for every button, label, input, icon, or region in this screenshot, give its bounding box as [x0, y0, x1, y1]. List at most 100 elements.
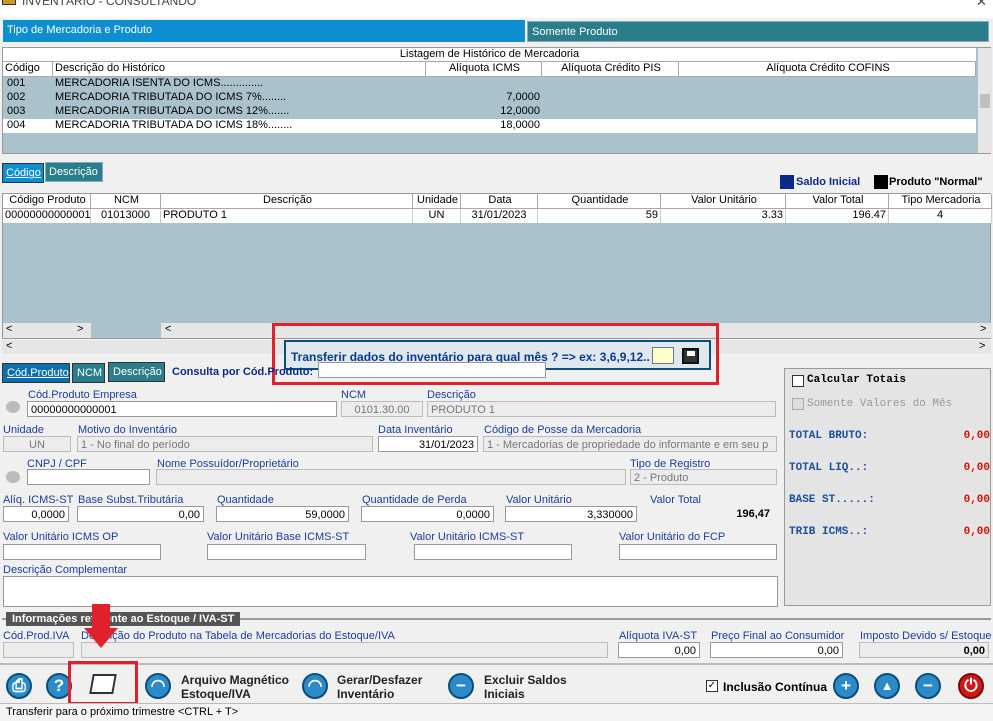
total-liq-value: 0,00 — [963, 462, 990, 474]
history-scrollbar[interactable] — [978, 48, 992, 153]
preco-final-input[interactable]: 0,00 — [710, 642, 843, 658]
products-hscroll-left[interactable]: < > — [3, 323, 91, 338]
search-tab-cod-produto-label: Cód.Produto — [7, 367, 69, 379]
posse-label: Código de Posse da Mercadoria — [484, 424, 642, 436]
excluir-saldos-line1[interactable]: Excluir Saldos — [484, 673, 567, 687]
arquivo-magnetico-line2[interactable]: Estoque/IVA — [181, 687, 251, 701]
vu-icms-op-input[interactable] — [3, 544, 161, 560]
history-cell: 003 — [7, 105, 26, 117]
product-cell: 59 — [538, 209, 661, 223]
vu-base-icms-st-input[interactable] — [207, 544, 366, 560]
scroll-left-icon[interactable]: < — [165, 323, 171, 335]
search-tab-descricao[interactable]: Descrição — [108, 362, 165, 382]
scroll-left-icon[interactable]: < — [6, 323, 12, 335]
scroll-right-icon[interactable]: > — [980, 323, 986, 335]
legend-label-saldo: Saldo Inicial — [796, 176, 861, 188]
search-label: Consulta por Cód.Produto: — [172, 366, 314, 378]
print-button[interactable]: ⎙ — [6, 673, 32, 699]
gerar-inventario-icon[interactable]: ◠ — [302, 673, 328, 699]
history-row[interactable]: 001 MERCADORIA ISENTA DO ICMS............… — [3, 77, 976, 91]
add-button[interactable]: + — [833, 673, 859, 699]
search-person-icon — [6, 471, 20, 483]
search-input[interactable] — [318, 362, 546, 378]
history-col-pis: Alíquota Crédito PIS — [542, 62, 679, 77]
sort-tab-codigo[interactable]: Código — [2, 163, 44, 183]
arquivo-magnetico-line1[interactable]: Arquivo Magnético — [181, 673, 289, 687]
scroll-right-icon[interactable]: > — [77, 323, 83, 335]
product-cell: 3.33 — [661, 209, 786, 223]
search-tab-cod-produto[interactable]: Cód.Produto — [2, 363, 70, 383]
scroll-right-icon[interactable]: > — [979, 340, 985, 352]
base-st-label: BASE ST.....: — [789, 494, 875, 506]
product-cell: 00000000000001 — [5, 209, 91, 223]
up-button[interactable]: ▲ — [874, 673, 900, 699]
product-cell: PRODUTO 1 — [161, 209, 413, 223]
unidade-label: Unidade — [3, 424, 44, 436]
inclusao-label: Inclusão Contínua — [723, 680, 828, 694]
product-cell: 4 — [889, 209, 992, 223]
products-col-header: Valor Unitário — [661, 194, 786, 209]
history-col-cofins: Alíquota Crédito COFINS — [679, 62, 976, 77]
products-col-header: Descrição — [161, 194, 413, 209]
tab-tipo-mercadoria[interactable]: Tipo de Mercadoria e Produto — [3, 20, 525, 42]
aliq-iva-input[interactable]: 0,00 — [618, 642, 700, 658]
qtd-perda-input[interactable]: 0,0000 — [361, 506, 494, 522]
calc-totais-checkbox[interactable] — [792, 375, 804, 387]
vu-icms-st-input[interactable] — [414, 544, 572, 560]
history-row[interactable]: 004 MERCADORIA TRIBUTADA DO ICMS 18%.....… — [3, 119, 976, 133]
transfer-button[interactable] — [68, 661, 138, 705]
history-col-descricao: Descrição do Histórico — [53, 62, 426, 77]
history-col-icms: Alíquota ICMS — [426, 62, 542, 77]
product-row[interactable]: 00000000000001 01013000 PRODUTO 1 UN 31/01/2… — [3, 209, 992, 223]
transfer-month-input[interactable] — [652, 347, 674, 364]
save-icon-slot — [687, 351, 695, 356]
power-button[interactable]: ⏻ — [958, 673, 984, 699]
posse-select[interactable]: 1 - Mercadorias de propriedade do inform… — [483, 436, 777, 452]
status-text: Transferir para o próximo trimestre <CTR… — [6, 706, 239, 718]
desc-tabela-select[interactable] — [81, 642, 608, 658]
history-col-codigo: Código — [3, 62, 53, 77]
history-row[interactable]: 002 MERCADORIA TRIBUTADA DO ICMS 7%......… — [3, 91, 976, 105]
arquivo-magnetico-icon[interactable]: ◠ — [145, 673, 171, 699]
close-icon[interactable]: ✕ — [976, 0, 987, 10]
cod-produto-input[interactable]: 00000000000001 — [27, 401, 337, 417]
gerar-inventario-line1[interactable]: Gerar/Desfazer — [337, 673, 422, 687]
sort-tab-descricao[interactable]: Descrição — [45, 162, 103, 182]
ncm-label: NCM — [341, 389, 367, 401]
total-bruto-value: 0,00 — [963, 430, 990, 442]
aliq-icms-st-input[interactable]: 0,0000 — [3, 506, 69, 522]
vu-fcp-input[interactable] — [619, 544, 777, 560]
trib-icms-value: 0,00 — [963, 526, 990, 538]
scroll-thumb[interactable] — [980, 94, 990, 108]
tipo-registro-select[interactable]: 2 - Produto — [630, 469, 777, 485]
inclusao-checkbox[interactable]: ✓ — [706, 680, 718, 692]
qtd-perda-label: Quantidade de Perda — [362, 494, 467, 506]
cod-produto-label: Cód.Produto Empresa — [28, 389, 137, 401]
scroll-left-icon[interactable]: < — [6, 340, 12, 352]
base-subst-input[interactable]: 0,00 — [77, 506, 204, 522]
save-icon[interactable] — [682, 348, 699, 364]
history-row[interactable]: 003 MERCADORIA TRIBUTADA DO ICMS 12%.....… — [3, 105, 976, 119]
tab-somente-produto[interactable]: Somente Produto — [527, 21, 989, 42]
history-cell — [542, 105, 679, 119]
valor-unit-input[interactable]: 3,330000 — [505, 506, 637, 522]
preco-final-label: Preço Final ao Consumidor — [711, 630, 845, 642]
data-input[interactable]: 31/01/2023 — [378, 436, 478, 452]
excluir-saldos-line2[interactable]: Iniciais — [484, 687, 525, 701]
products-grid: Código Produto NCM Descrição Unidade Data Qua… — [2, 193, 992, 339]
quantidade-input[interactable]: 59,0000 — [216, 506, 349, 522]
unidade-input: UN — [3, 436, 71, 452]
search-tab-ncm[interactable]: NCM — [72, 363, 105, 383]
remove-button[interactable]: − — [915, 673, 941, 699]
vu-icms-op-label: Valor Unitário ICMS OP — [3, 531, 119, 543]
valor-unit-label: Valor Unitário — [506, 494, 572, 506]
motivo-select[interactable]: 1 - No final do período — [77, 436, 373, 452]
possuidor-select[interactable] — [156, 469, 626, 485]
cnpj-input[interactable] — [27, 469, 150, 485]
desc-compl-textarea[interactable] — [3, 576, 778, 607]
excluir-saldos-icon[interactable]: − — [448, 673, 474, 699]
history-cell — [679, 119, 976, 133]
somente-mes-checkbox[interactable] — [792, 398, 804, 410]
motivo-label: Motivo do Inventário — [78, 424, 178, 436]
gerar-inventario-line2[interactable]: Inventário — [337, 687, 394, 701]
